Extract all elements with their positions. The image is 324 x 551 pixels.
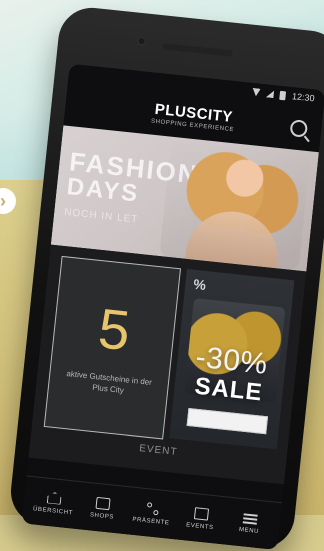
brand: PLUSCITY SHOPPING EXPERIENCE [151, 101, 236, 133]
status-time: 12:30 [291, 91, 316, 104]
wifi-icon [252, 88, 261, 97]
phone: 12:30 PLUSCITY SHOPPING EXPERIENCE FASHI… [7, 4, 324, 551]
sale-bar [186, 407, 269, 435]
vouchers-text: aktive Gutscheine in der Plus City [66, 369, 153, 396]
nav-item-presents[interactable]: PRÄSENTE [126, 490, 178, 537]
nav-label: SHOPS [89, 511, 115, 521]
content-area: 5 aktive Gutscheine in der Plus City % -… [28, 244, 307, 485]
signal-icon [266, 89, 275, 98]
phone-screen: 12:30 PLUSCITY SHOPPING EXPERIENCE FASHI… [21, 63, 324, 551]
vouchers-count: 5 [95, 296, 134, 363]
sale-top-symbol: % [192, 275, 207, 294]
event-icon [193, 506, 209, 521]
home-icon [47, 491, 62, 504]
shop-icon [95, 496, 111, 510]
battery-icon [279, 90, 287, 100]
vouchers-card[interactable]: 5 aktive Gutscheine in der Plus City [43, 255, 182, 440]
nav-label: PRÄSENTE [132, 516, 170, 527]
nav-item-menu[interactable]: MENU [224, 500, 276, 547]
sale-card[interactable]: % -30% SALE [169, 269, 295, 450]
nav-item-shops[interactable]: SHOPS [77, 485, 129, 532]
search-icon[interactable] [289, 119, 309, 138]
nav-label: EVENTS [185, 521, 214, 531]
percent-icon [146, 502, 159, 515]
bottom-nav: ÜBERSICHT SHOPS PRÄSENTE EVENTS MENU [21, 475, 283, 551]
sale-word: SALE [193, 372, 264, 407]
nav-label: MENU [238, 526, 260, 535]
nav-item-events[interactable]: EVENTS [175, 495, 227, 542]
nav-label: ÜBERSICHT [32, 505, 74, 516]
nav-item-overview[interactable]: ÜBERSICHT [28, 480, 80, 527]
